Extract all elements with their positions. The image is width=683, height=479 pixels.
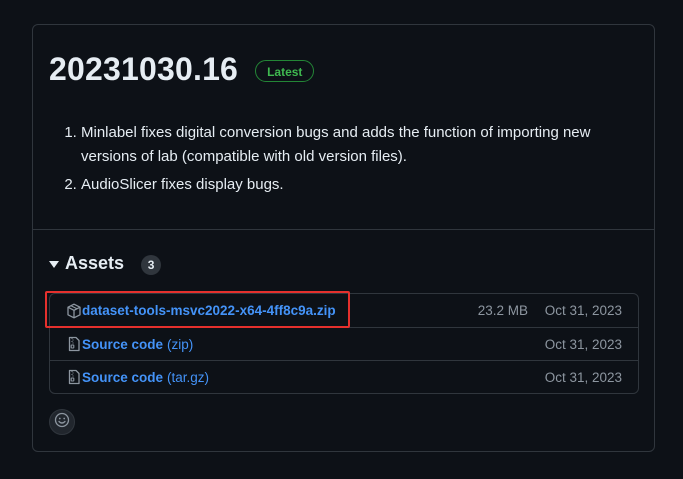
asset-date: Oct 31, 2023 bbox=[544, 336, 622, 352]
asset-row: Source code (zip) Oct 31, 2023 bbox=[50, 327, 638, 360]
asset-date: Oct 31, 2023 bbox=[544, 303, 622, 318]
source-code-targz-link[interactable]: Source code bbox=[82, 370, 163, 385]
asset-format-label[interactable]: (tar.gz) bbox=[167, 370, 209, 385]
asset-date: Oct 31, 2023 bbox=[544, 369, 622, 385]
file-zip-icon bbox=[66, 369, 82, 385]
section-divider bbox=[33, 229, 654, 230]
source-code-zip-link[interactable]: Source code bbox=[82, 337, 163, 352]
release-card: 20231030.16 Latest Minlabel fixes digita… bbox=[32, 24, 655, 452]
assets-count-badge: 3 bbox=[141, 254, 162, 275]
release-notes-list: Minlabel fixes digital conversion bugs a… bbox=[49, 121, 639, 197]
asset-row: Source code (tar.gz) Oct 31, 2023 bbox=[50, 360, 638, 393]
release-note-item: Minlabel fixes digital conversion bugs a… bbox=[81, 121, 639, 169]
smiley-icon bbox=[54, 412, 70, 433]
asset-format-label[interactable]: (zip) bbox=[167, 337, 193, 352]
latest-badge: Latest bbox=[255, 60, 315, 82]
assets-title: Assets bbox=[65, 253, 125, 273]
release-note-item: AudioSlicer fixes display bugs. bbox=[81, 173, 639, 197]
asset-size: 23.2 MB bbox=[477, 303, 528, 318]
add-reaction-button[interactable] bbox=[49, 409, 75, 435]
release-header: 20231030.16 Latest bbox=[49, 49, 315, 89]
release-title[interactable]: 20231030.16 bbox=[49, 49, 238, 89]
assets-toggle[interactable]: Assets 3 bbox=[49, 250, 162, 276]
release-notes: Minlabel fixes digital conversion bugs a… bbox=[49, 121, 639, 201]
file-zip-icon bbox=[66, 336, 82, 352]
caret-down-icon bbox=[49, 260, 59, 268]
highlight-annotation-box bbox=[45, 291, 350, 328]
